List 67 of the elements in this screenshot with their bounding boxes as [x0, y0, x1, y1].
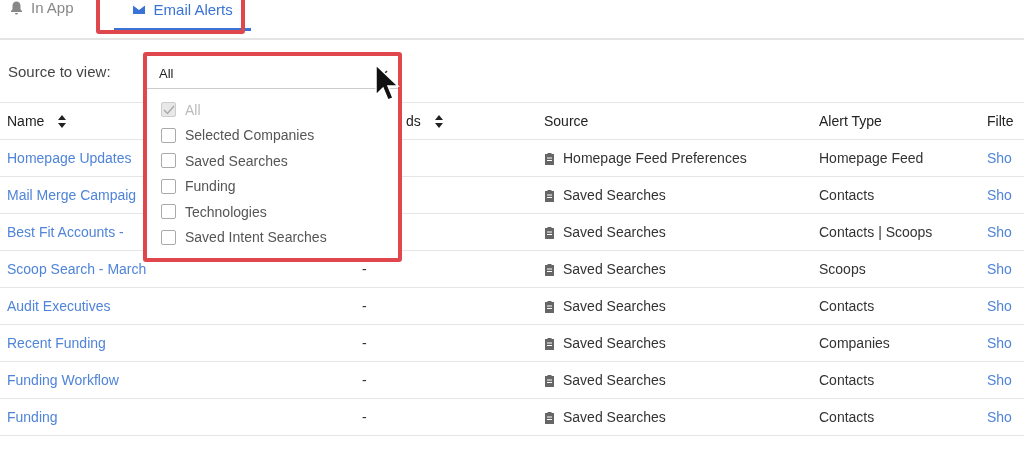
table-cell: - [362, 409, 367, 425]
checkbox[interactable] [161, 229, 176, 245]
checkbox[interactable] [161, 204, 176, 220]
table-cell: - [362, 335, 367, 351]
checkbox[interactable] [161, 153, 176, 169]
alert-name-link[interactable]: Homepage Updates [7, 150, 132, 166]
clipboard-icon [544, 188, 555, 202]
clipboard-icon [544, 151, 555, 165]
alert-name-link[interactable]: Recent Funding [7, 335, 106, 351]
alert-name-link[interactable]: Mail Merge Campaig [7, 187, 137, 203]
show-link[interactable]: Sho [987, 150, 1012, 166]
clipboard-icon [544, 410, 555, 424]
option-label[interactable]: Technologies [185, 203, 267, 220]
alert-name-link[interactable]: Best Fit Accounts - [7, 224, 124, 240]
table-cell: Scoops [819, 261, 866, 277]
table-cell: Homepage Feed [819, 150, 924, 166]
column-header: Source [544, 113, 589, 129]
envelope-icon [131, 3, 146, 15]
clipboard-icon [544, 373, 555, 387]
alert-name-link[interactable]: Audit Executives [7, 298, 111, 314]
show-link[interactable]: Sho [987, 335, 1012, 351]
show-link[interactable]: Sho [987, 372, 1012, 388]
table-cell: Saved Searches [563, 409, 666, 425]
table-cell: - [362, 298, 367, 314]
table-cell: Contacts [819, 372, 875, 388]
option-label[interactable]: Saved Intent Searches [185, 229, 327, 246]
clipboard-icon [544, 225, 555, 239]
clipboard-icon [544, 336, 555, 350]
table-cell: Saved Searches [563, 261, 666, 277]
table-cell: Contacts | Scoops [819, 224, 933, 240]
alert-name-link[interactable]: Funding Workflow [7, 372, 119, 388]
show-link[interactable]: Sho [987, 298, 1012, 314]
column-header: Alert Type [819, 113, 882, 129]
checkbox[interactable] [161, 127, 176, 143]
tab[interactable]: In App [10, 0, 92, 28]
sort-icon[interactable] [434, 114, 443, 128]
table-cell: Saved Searches [563, 372, 666, 388]
column-header: Filte [987, 113, 1014, 129]
table-cell: Contacts [819, 298, 875, 314]
table-cell: Companies [819, 335, 890, 351]
table-cell: Contacts [819, 187, 875, 203]
clipboard-icon [544, 262, 555, 276]
show-link[interactable]: Sho [987, 409, 1012, 425]
table-cell: - [362, 261, 367, 277]
clipboard-icon [544, 299, 555, 313]
table-cell: - [362, 372, 367, 388]
alert-name-link[interactable]: Funding [7, 409, 58, 425]
option-label[interactable]: Funding [185, 178, 236, 195]
alert-name-link[interactable]: Scoop Search - March [7, 261, 147, 277]
checkbox[interactable] [161, 178, 176, 194]
table-cell: Homepage Feed Preferences [563, 150, 747, 166]
tab[interactable]: Email Alerts [113, 0, 251, 31]
table-cell: Saved Searches [563, 187, 666, 203]
table-cell: Saved Searches [563, 335, 666, 351]
table-cell: Saved Searches [563, 298, 666, 314]
show-link[interactable]: Sho [987, 187, 1012, 203]
column-header[interactable]: Name [7, 113, 67, 129]
show-link[interactable]: Sho [987, 261, 1012, 277]
table-cell: Saved Searches [563, 224, 666, 240]
option-label[interactable]: Selected Companies [185, 127, 315, 144]
table-cell: Contacts [819, 409, 875, 425]
option-label[interactable]: Saved Searches [185, 152, 288, 169]
sort-icon[interactable] [58, 114, 67, 128]
filter-label: Source to view: [8, 62, 111, 80]
bell-icon [10, 0, 23, 15]
column-header[interactable]: ds [406, 113, 443, 129]
show-link[interactable]: Sho [987, 224, 1012, 240]
